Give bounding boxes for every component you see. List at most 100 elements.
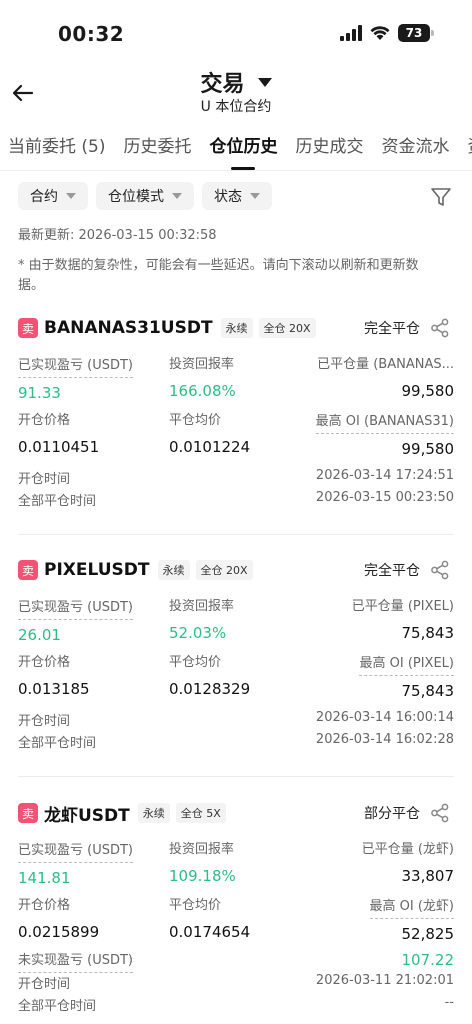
- caret-down-icon: [172, 193, 182, 199]
- perpetual-tag: 永续: [137, 803, 170, 823]
- filter-bar: 合约 仓位模式 状态: [18, 182, 272, 210]
- divider: [18, 534, 454, 535]
- perpetual-tag: 永续: [157, 560, 190, 580]
- share-icon[interactable]: [430, 803, 450, 823]
- max-oi-value: 52,825: [401, 925, 455, 943]
- open-time-label: 开仓时间: [18, 714, 71, 729]
- unrealized-pnl-label: 未实现盈亏 (USDT): [18, 951, 133, 973]
- position-card: 卖 PIXELUSDT 永续 全仓 20X 完全平仓 已实现盈亏 (USDT) 2…: [18, 558, 454, 754]
- caret-down-icon: [257, 77, 272, 87]
- close-avg-value: 0.0174654: [169, 923, 251, 941]
- pnl-row: 已实现盈亏 (USDT) 91.33 投资回报率 166.08% 已平仓量 (BAN…: [18, 354, 454, 410]
- realized-pnl-label: 已实现盈亏 (USDT): [18, 598, 133, 620]
- open-time-row: 开仓时间 2026-03-14 16:00:14: [18, 710, 454, 732]
- open-time-label: 开仓时间: [18, 472, 71, 487]
- funnel-filter-icon[interactable]: [430, 186, 452, 208]
- close-status[interactable]: 完全平仓: [364, 560, 420, 580]
- closed-qty-label: 已平仓量 (龙虾): [361, 842, 454, 857]
- unrealized-pnl-row: 未实现盈亏 (USDT) 107.22: [18, 951, 454, 973]
- position-card: 卖 龙虾USDT 永续 全仓 5X 部分平仓 已实现盈亏 (USDT) 141.8…: [18, 801, 454, 1017]
- closed-qty-label: 已平仓量 (BANANAS...: [317, 357, 454, 372]
- close-avg-value: 0.0128329: [169, 680, 251, 698]
- divider: [0, 170, 472, 171]
- tab-position-history[interactable]: 仓位历史: [201, 130, 277, 170]
- perpetual-tag: 永续: [220, 318, 253, 338]
- battery-indicator: 73: [398, 24, 434, 42]
- share-icon[interactable]: [430, 560, 450, 580]
- symbol: PIXELUSDT: [44, 560, 150, 580]
- close-time-label: 全部平仓时间: [18, 999, 97, 1014]
- filter-contract-label: 合约: [30, 189, 58, 205]
- signal-icon: [340, 25, 362, 41]
- tab-more[interactable]: 资: [459, 130, 472, 170]
- open-price-label: 开仓价格: [18, 413, 71, 428]
- max-oi-value: 99,580: [401, 440, 455, 458]
- price-row: 开仓价格 0.0110451 平仓均价 0.0101224 最高 OI (BANAN…: [18, 410, 454, 466]
- symbol: 龙虾USDT: [44, 805, 130, 826]
- closed-qty-value: 33,807: [401, 867, 455, 885]
- max-oi-label: 最高 OI (BANANAS31): [315, 412, 454, 434]
- page-subtitle: U 本位合约: [200, 99, 272, 115]
- wifi-icon: [370, 26, 390, 40]
- close-status[interactable]: 部分平仓: [364, 803, 420, 823]
- close-avg-label: 平仓均价: [169, 655, 222, 670]
- caret-down-icon: [250, 193, 260, 199]
- price-row: 开仓价格 0.013185 平仓均价 0.0128329 最高 OI (PIXEL)…: [18, 652, 454, 708]
- roi-value: 109.18%: [169, 867, 236, 885]
- symbol: BANANAS31USDT: [44, 318, 213, 338]
- share-icon[interactable]: [430, 318, 450, 338]
- tab-order-history[interactable]: 历史委托: [115, 130, 191, 170]
- tabs: 当前委托 (5) 历史委托 仓位历史 历史成交 资金流水 资: [0, 130, 472, 170]
- margin-tag: 全仓 20X: [258, 318, 316, 338]
- tab-open-orders[interactable]: 当前委托 (5): [0, 130, 105, 170]
- realized-pnl-value: 91.33: [18, 384, 61, 402]
- close-avg-label: 平仓均价: [169, 898, 222, 913]
- card-header: 卖 PIXELUSDT 永续 全仓 20X 完全平仓: [18, 558, 454, 582]
- filter-contract[interactable]: 合约: [18, 182, 88, 210]
- title-dropdown[interactable]: 交易: [0, 66, 472, 98]
- close-time-label: 全部平仓时间: [18, 494, 97, 509]
- closed-qty-value: 75,843: [401, 624, 455, 642]
- sell-badge: 卖: [18, 318, 38, 338]
- tab-fund-flow[interactable]: 资金流水: [373, 130, 449, 170]
- roi-label: 投资回报率: [169, 599, 235, 614]
- close-time-row: 全部平仓时间 2026-03-15 00:23:50: [18, 490, 454, 512]
- divider: [18, 776, 454, 777]
- page-title: 交易: [200, 72, 245, 97]
- close-time-value: 2026-03-14 16:02:28: [315, 732, 454, 747]
- tab-trade-history[interactable]: 历史成交: [287, 130, 363, 170]
- roi-label: 投资回报率: [169, 842, 235, 857]
- max-oi-value: 75,843: [401, 682, 455, 700]
- max-oi-label: 最高 OI (PIXEL): [359, 654, 454, 676]
- filter-status[interactable]: 状态: [202, 182, 272, 210]
- max-oi-label: 最高 OI (龙虾): [369, 897, 454, 919]
- caret-down-icon: [66, 193, 76, 199]
- roi-label: 投资回报率: [169, 357, 235, 372]
- realized-pnl-label: 已实现盈亏 (USDT): [18, 841, 133, 863]
- open-price-label: 开仓价格: [18, 898, 71, 913]
- open-time-value: 2026-03-11 21:02:01: [315, 973, 454, 988]
- filter-position-mode-label: 仓位模式: [108, 189, 164, 205]
- roi-value: 52.03%: [169, 624, 227, 642]
- battery-level: 73: [405, 26, 423, 40]
- position-card: 卖 BANANAS31USDT 永续 全仓 20X 完全平仓 已实现盈亏 (US…: [18, 316, 454, 512]
- open-time-row: 开仓时间 2026-03-14 17:24:51: [18, 468, 454, 490]
- realized-pnl-value: 26.01: [18, 626, 61, 644]
- close-time-value: --: [444, 995, 454, 1010]
- close-time-row: 全部平仓时间 --: [18, 995, 454, 1017]
- filter-status-label: 状态: [214, 189, 242, 205]
- filter-position-mode[interactable]: 仓位模式: [96, 182, 194, 210]
- sell-badge: 卖: [18, 803, 38, 823]
- price-row: 开仓价格 0.0215899 平仓均价 0.0174654 最高 OI (龙虾) 52…: [18, 895, 454, 951]
- pnl-row: 已实现盈亏 (USDT) 141.81 投资回报率 109.18% 已平仓量 (龙虾…: [18, 839, 454, 895]
- open-price-value: 0.0215899: [18, 923, 100, 941]
- realized-pnl-label: 已实现盈亏 (USDT): [18, 356, 133, 378]
- pnl-row: 已实现盈亏 (USDT) 26.01 投资回报率 52.03% 已平仓量 (PIXE…: [18, 596, 454, 652]
- open-time-label: 开仓时间: [18, 977, 71, 992]
- close-status[interactable]: 完全平仓: [364, 318, 420, 338]
- open-time-row: 开仓时间 2026-03-11 21:02:01: [18, 973, 454, 995]
- margin-tag: 全仓 5X: [175, 803, 226, 823]
- realized-pnl-value: 141.81: [18, 869, 71, 887]
- open-price-value: 0.0110451: [18, 438, 100, 456]
- status-time: 00:32: [58, 22, 125, 46]
